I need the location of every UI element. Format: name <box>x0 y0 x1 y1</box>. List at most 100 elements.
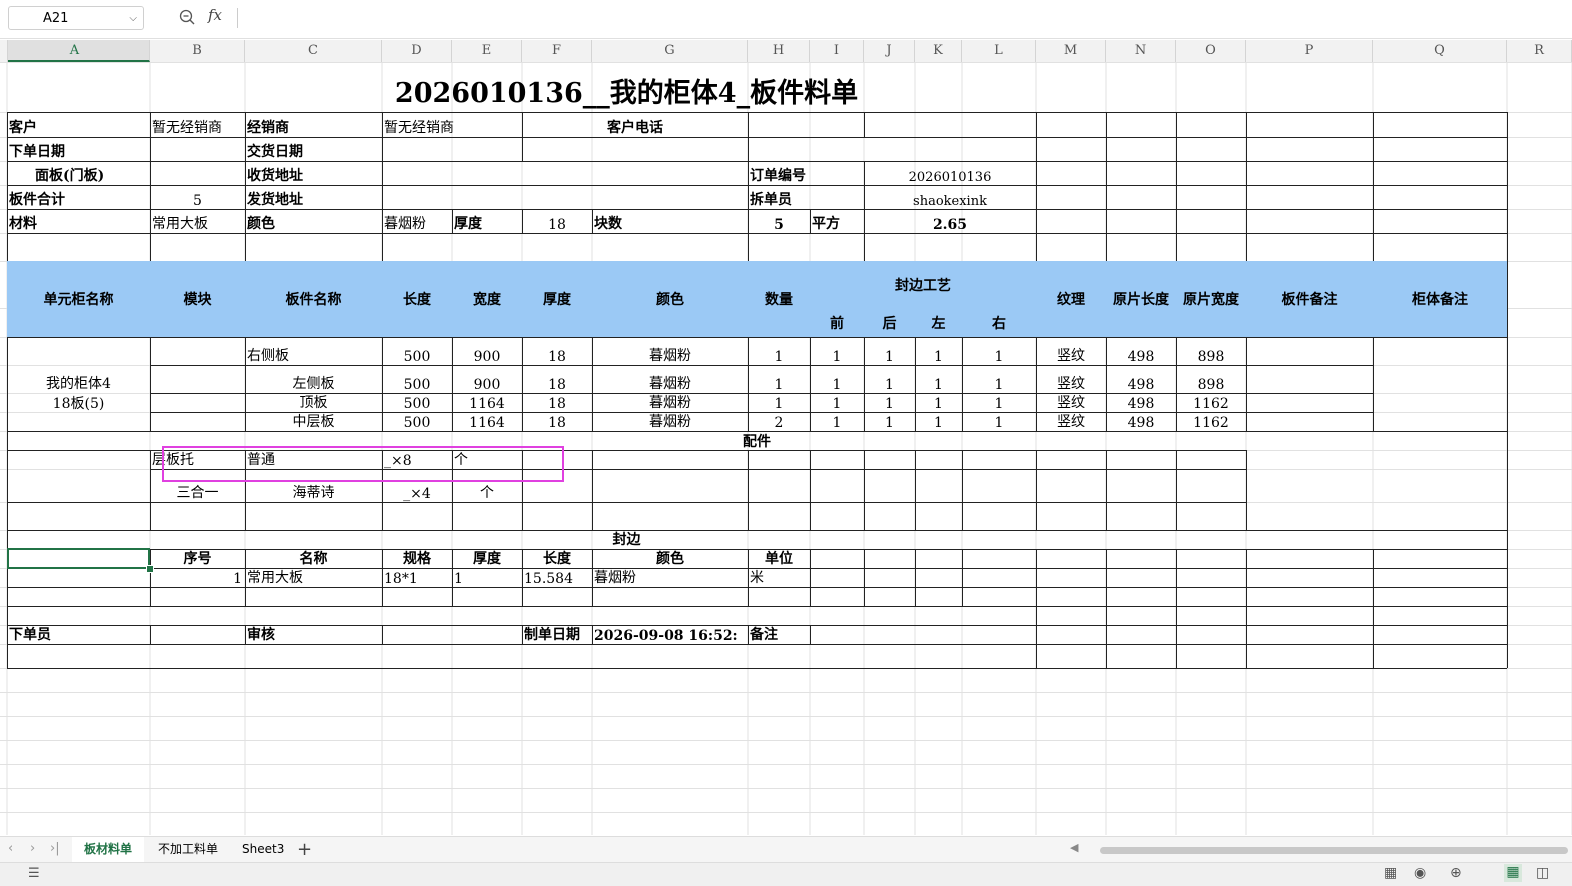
board-back[interactable]: 1 <box>864 365 915 393</box>
column-header-b[interactable]: B <box>150 40 245 62</box>
column-header-o[interactable]: O <box>1176 40 1246 62</box>
board-length[interactable]: 500 <box>382 393 452 412</box>
board-right[interactable]: 1 <box>962 337 1036 365</box>
column-header-f[interactable]: F <box>522 40 592 62</box>
area-value[interactable]: 2.65 <box>864 209 1036 233</box>
header-edge-front[interactable]: 前 <box>810 308 864 337</box>
column-header-h[interactable]: H <box>748 40 810 62</box>
tab-last-icon[interactable]: ›| <box>50 841 60 856</box>
edge-title[interactable]: 封边 <box>7 530 1246 549</box>
page-icon[interactable]: ☰ <box>28 866 40 881</box>
board-qty[interactable]: 1 <box>748 365 810 393</box>
board-qty[interactable]: 1 <box>748 337 810 365</box>
tab-sheet-1[interactable]: 板材料单 <box>72 837 145 864</box>
delivery-date-label[interactable]: 交货日期 <box>245 137 382 161</box>
board-thickness[interactable]: 18 <box>522 365 592 393</box>
horizontal-scrollbar[interactable] <box>1100 847 1568 854</box>
selected-cell[interactable] <box>7 548 150 569</box>
board-width[interactable]: 1164 <box>452 412 522 431</box>
board-raw-width[interactable]: 898 <box>1176 337 1246 365</box>
receive-address-label[interactable]: 收货地址 <box>245 161 382 185</box>
order-date-label[interactable]: 下单日期 <box>7 137 150 161</box>
normal-view-icon[interactable]: ▦ <box>1384 865 1397 881</box>
cabinet-name[interactable]: 我的柜体4 <box>7 337 150 393</box>
board-length[interactable]: 500 <box>382 365 452 393</box>
board-left[interactable]: 1 <box>915 337 962 365</box>
board-color[interactable]: 暮烟粉 <box>592 393 748 412</box>
edge-header-color[interactable]: 颜色 <box>592 549 748 568</box>
sheet-title[interactable]: 2026010136__我的柜体4_板件料单 <box>7 62 1246 112</box>
orderer-label[interactable]: 下单员 <box>7 625 150 644</box>
board-front[interactable]: 1 <box>810 393 864 412</box>
board-right[interactable]: 1 <box>962 365 1036 393</box>
color-value[interactable]: 暮烟粉 <box>382 209 452 233</box>
made-date-label[interactable]: 制单日期 <box>522 625 592 644</box>
reading-view-icon[interactable]: ◉ <box>1414 865 1426 881</box>
board-raw-width[interactable]: 1162 <box>1176 393 1246 412</box>
remark-label[interactable]: 备注 <box>748 625 810 644</box>
column-header-m[interactable]: M <box>1036 40 1106 62</box>
board-name[interactable]: 右侧板 <box>245 337 382 365</box>
material-value[interactable]: 常用大板 <box>150 209 245 233</box>
board-left[interactable]: 1 <box>915 365 962 393</box>
edge-header-length[interactable]: 长度 <box>522 549 592 568</box>
board-back[interactable]: 1 <box>864 412 915 431</box>
board-raw-length[interactable]: 498 <box>1106 337 1176 365</box>
edge-name[interactable]: 常用大板 <box>245 568 382 587</box>
header-color[interactable]: 颜色 <box>592 261 748 337</box>
scroll-left-icon[interactable]: ◀ <box>1070 841 1078 854</box>
chevron-down-icon[interactable]: ⌵ <box>129 7 137 31</box>
column-header-a[interactable]: A <box>0 40 150 62</box>
header-grain[interactable]: 纹理 <box>1036 261 1106 337</box>
header-length[interactable]: 长度 <box>382 261 452 337</box>
thickness-label[interactable]: 厚度 <box>452 209 522 233</box>
header-raw-width[interactable]: 原片宽度 <box>1176 261 1246 337</box>
customer-value[interactable]: 暂无经销商 <box>150 112 245 137</box>
header-module[interactable]: 模块 <box>150 261 245 337</box>
area-label[interactable]: 平方 <box>810 209 864 233</box>
header-cabinet-note[interactable]: 柜体备注 <box>1373 261 1507 337</box>
board-name[interactable]: 左侧板 <box>245 365 382 393</box>
board-grain[interactable]: 竖纹 <box>1036 412 1106 431</box>
board-qty[interactable]: 2 <box>748 412 810 431</box>
page-layout-icon[interactable]: ⊕ <box>1450 865 1462 881</box>
edge-spec[interactable]: 18*1 <box>382 568 452 587</box>
column-header-d[interactable]: D <box>382 40 452 62</box>
header-unit-name[interactable]: 单元柜名称 <box>7 261 150 337</box>
column-header-g[interactable]: G <box>592 40 748 62</box>
board-thickness[interactable]: 18 <box>522 412 592 431</box>
splitter-label[interactable]: 拆单员 <box>748 185 810 209</box>
board-grain[interactable]: 竖纹 <box>1036 337 1106 365</box>
header-edge-group[interactable]: 封边工艺 <box>810 261 1036 308</box>
board-width[interactable]: 900 <box>452 337 522 365</box>
edge-thickness[interactable]: 1 <box>452 568 522 587</box>
column-header-k[interactable]: K <box>915 40 962 62</box>
board-name[interactable]: 中层板 <box>245 412 382 431</box>
fx-icon[interactable]: fx <box>208 6 222 24</box>
customer-label[interactable]: 客户 <box>7 112 150 137</box>
header-edge-right[interactable]: 右 <box>962 308 1036 337</box>
ship-address-label[interactable]: 发货地址 <box>245 185 382 209</box>
color-label[interactable]: 颜色 <box>245 209 382 233</box>
edge-length[interactable]: 15.584 <box>522 568 592 587</box>
column-header-r[interactable]: R <box>1507 40 1572 62</box>
material-label[interactable]: 材料 <box>7 209 150 233</box>
board-front[interactable]: 1 <box>810 412 864 431</box>
board-raw-length[interactable]: 498 <box>1106 393 1176 412</box>
zoom-out-icon[interactable] <box>178 8 198 28</box>
thickness-value[interactable]: 18 <box>522 209 592 233</box>
order-no-label[interactable]: 订单编号 <box>748 161 810 185</box>
spreadsheet-grid[interactable]: 2026010136__我的柜体4_板件料单 客户 暂无经销商 经销商 暂无经销商 客户电… <box>0 62 1572 835</box>
board-width[interactable]: 1164 <box>452 393 522 412</box>
board-front[interactable]: 1 <box>810 365 864 393</box>
add-sheet-icon[interactable]: + <box>297 839 312 860</box>
edge-header-spec[interactable]: 规格 <box>382 549 452 568</box>
header-qty[interactable]: 数量 <box>748 261 810 337</box>
cabinet-boards-count[interactable]: 18板(5) <box>7 393 150 412</box>
fill-handle[interactable] <box>146 565 154 573</box>
tab-next-icon[interactable]: › <box>30 841 35 856</box>
header-board-note[interactable]: 板件备注 <box>1246 261 1373 337</box>
board-color[interactable]: 暮烟粉 <box>592 365 748 393</box>
edge-unit[interactable]: 米 <box>748 568 810 587</box>
corner-select-all[interactable] <box>0 40 8 62</box>
